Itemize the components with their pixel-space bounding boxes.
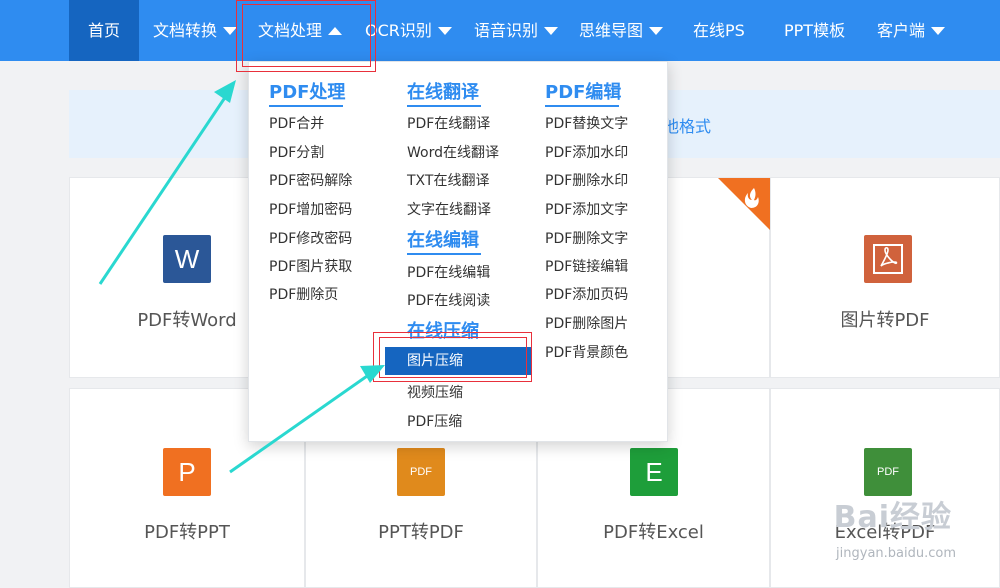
arrow-head-icon xyxy=(214,80,236,103)
arrow-head-icon xyxy=(360,365,385,383)
baidu-jingyan-watermark: Bai经验 xyxy=(833,500,952,535)
watermark-url: jingyan.baidu.com xyxy=(836,546,956,561)
